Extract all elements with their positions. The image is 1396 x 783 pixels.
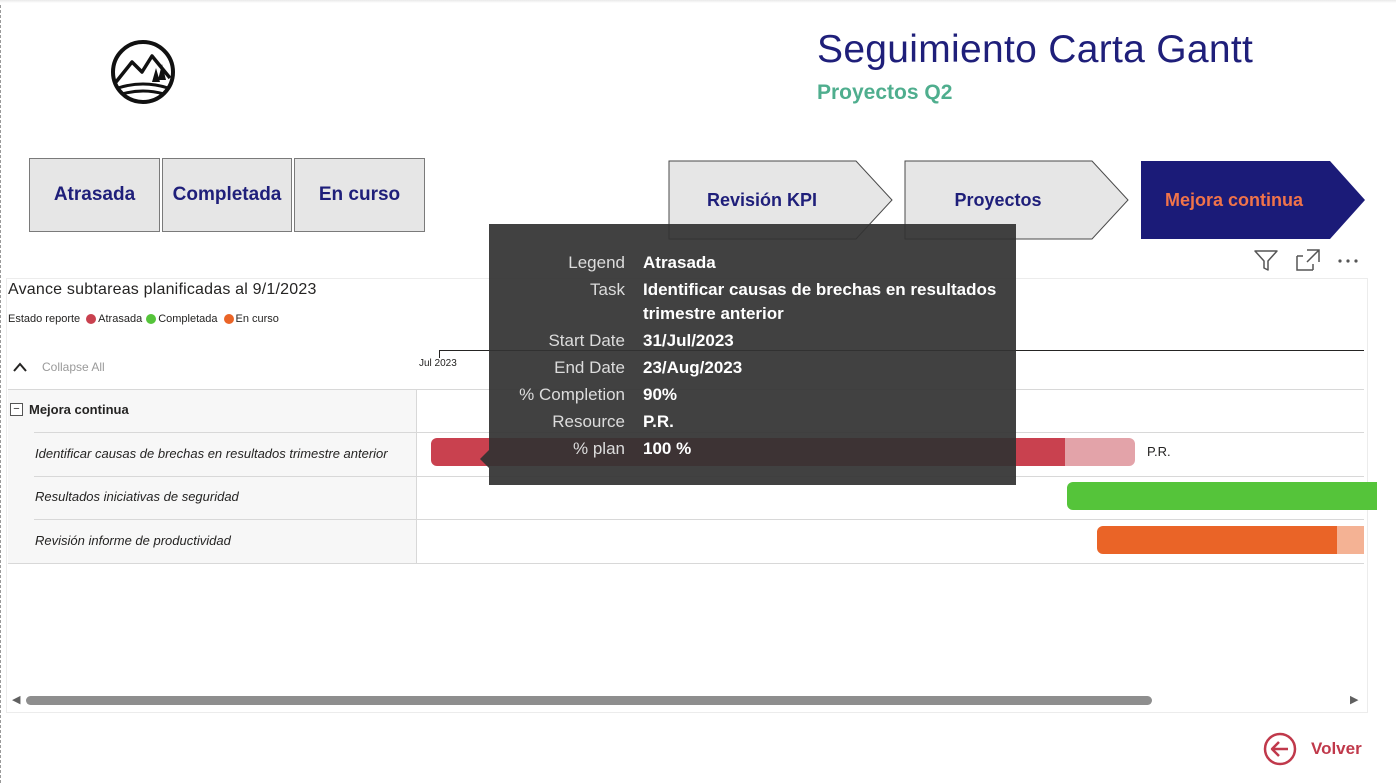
legend-dot-completada — [146, 314, 157, 324]
horizontal-scrollbar[interactable] — [26, 696, 1152, 705]
nav-mejora-continua-label: Mejora continua — [1164, 189, 1303, 210]
collapse-all-button[interactable]: Collapse All — [12, 360, 105, 374]
tooltip-pointer — [480, 450, 489, 468]
tooltip-value: 90% — [643, 385, 678, 404]
legend-dot-en-curso — [223, 314, 234, 324]
tooltip-value: Atrasada — [643, 253, 716, 272]
task-bar-progress — [1067, 482, 1377, 510]
task-bar-remaining — [1065, 438, 1135, 466]
tooltip-key: Legend — [568, 253, 625, 272]
tooltip-row: Start Date 31/Jul/2023 — [489, 329, 1016, 353]
filter-icon[interactable] — [1253, 248, 1279, 274]
task-bar[interactable] — [1067, 482, 1377, 510]
legend-dot-atrasada — [86, 314, 97, 324]
task-bar-progress — [1097, 526, 1337, 554]
scroll-left-arrow[interactable]: ◀ — [12, 693, 20, 706]
tooltip-row: Task Identificar causas de brechas en re… — [489, 278, 1016, 326]
tooltip-row: % plan 100 % — [489, 437, 1016, 461]
canvas-edge — [0, 0, 1, 783]
tooltip-value: 23/Aug/2023 — [643, 358, 743, 377]
tooltip-key: Resource — [552, 412, 625, 431]
tooltip: Legend Atrasada Task Identificar causas … — [480, 224, 1016, 485]
tooltip-row: End Date 23/Aug/2023 — [489, 356, 1016, 380]
focus-mode-icon[interactable] — [1295, 248, 1321, 274]
tooltip-value: Identificar causas de brechas en resulta… — [643, 280, 997, 323]
legend-label-en-curso: En curso — [235, 313, 279, 325]
tooltip-value: P.R. — [643, 412, 674, 431]
task-bar[interactable] — [1097, 526, 1364, 554]
group-label: Mejora continua — [29, 402, 129, 417]
tooltip-key: Start Date — [548, 331, 625, 350]
gantt-title: Avance subtareas planificadas al 9/1/202… — [8, 281, 317, 298]
mountain-logo-icon — [108, 38, 178, 106]
group-row-mejora-continua[interactable]: − Mejora continua — [10, 402, 129, 417]
tooltip-row: Resource P.R. — [489, 410, 1016, 434]
tooltip-key: End Date — [554, 358, 625, 377]
nav-mejora-continua[interactable]: Mejora continua — [1140, 160, 1366, 240]
row-divider — [8, 563, 1364, 564]
filter-button-en-curso[interactable]: En curso — [294, 158, 425, 232]
more-options-icon[interactable] — [1336, 248, 1362, 274]
task-label[interactable]: Revisión informe de productividad — [35, 533, 231, 548]
row-divider — [34, 519, 1364, 520]
task-bar-remaining — [1337, 526, 1364, 554]
page-title: Seguimiento Carta Gantt — [817, 28, 1254, 71]
canvas-top-edge — [0, 0, 1396, 3]
back-label: Volver — [1311, 739, 1362, 758]
timeline-month-label: Jul 2023 — [419, 358, 457, 369]
legend-title: Estado reporte — [8, 313, 81, 325]
task-label[interactable]: Resultados iniciativas de seguridad — [35, 489, 239, 504]
filter-button-completada[interactable]: Completada — [162, 158, 292, 232]
tooltip-key: % Completion — [519, 385, 625, 404]
tooltip-key: % plan — [573, 439, 625, 458]
task-resource-label: P.R. — [1147, 444, 1171, 459]
back-arrow-icon — [1263, 732, 1297, 766]
gantt-legend: Estado reporte Atrasada Completada En cu… — [8, 313, 279, 325]
legend-label-atrasada: Atrasada — [98, 313, 143, 325]
back-button[interactable]: Volver — [1263, 732, 1362, 766]
page-subtitle: Proyectos Q2 — [817, 81, 953, 104]
task-label[interactable]: Identificar causas de brechas en resulta… — [35, 446, 388, 461]
tooltip-value: 100 % — [643, 439, 692, 458]
timeline-tick — [439, 350, 440, 358]
legend-label-completada: Completada — [158, 313, 218, 325]
tooltip-key: Task — [590, 280, 625, 299]
chevron-up-icon — [13, 362, 27, 372]
scroll-right-arrow[interactable]: ▶ — [1350, 693, 1358, 706]
tooltip-row: Legend Atrasada — [489, 251, 1016, 275]
tooltip-row: % Completion 90% — [489, 383, 1016, 407]
collapse-group-icon[interactable]: − — [10, 403, 23, 416]
filter-button-atrasada[interactable]: Atrasada — [29, 158, 160, 232]
collapse-all-label: Collapse All — [42, 360, 105, 374]
tooltip-value: 31/Jul/2023 — [643, 331, 734, 350]
